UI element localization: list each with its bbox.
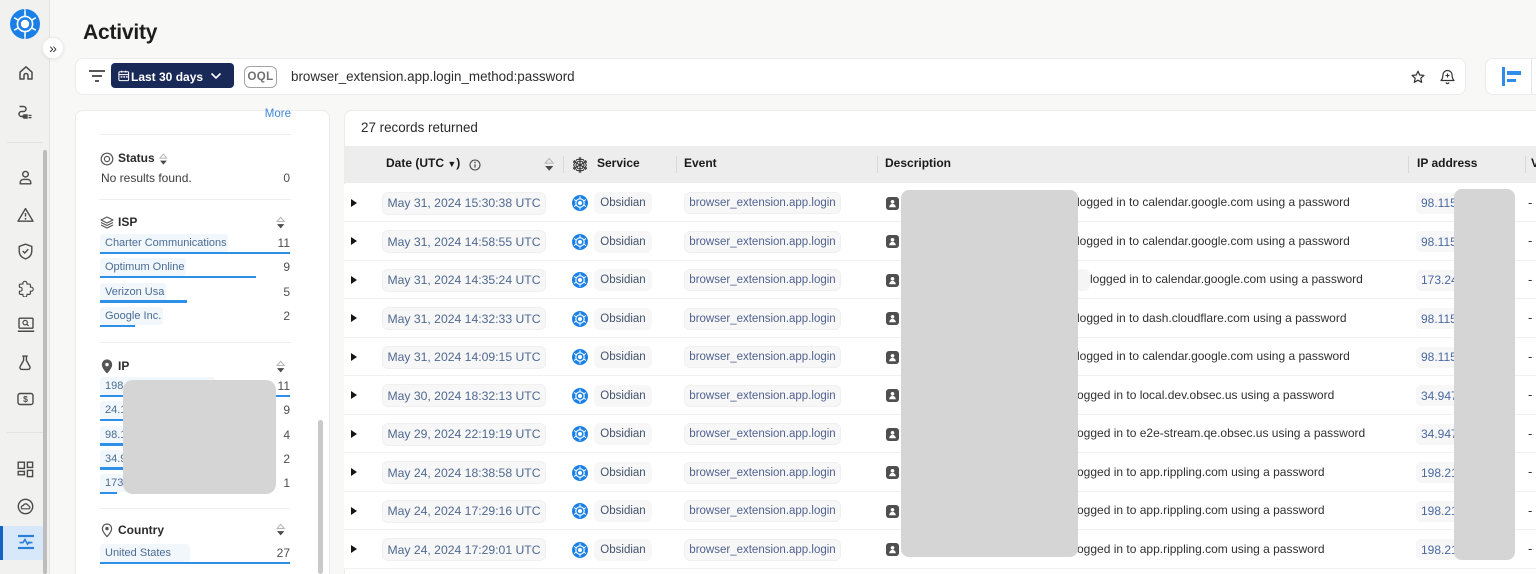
svg-text:$: $: [23, 394, 28, 404]
